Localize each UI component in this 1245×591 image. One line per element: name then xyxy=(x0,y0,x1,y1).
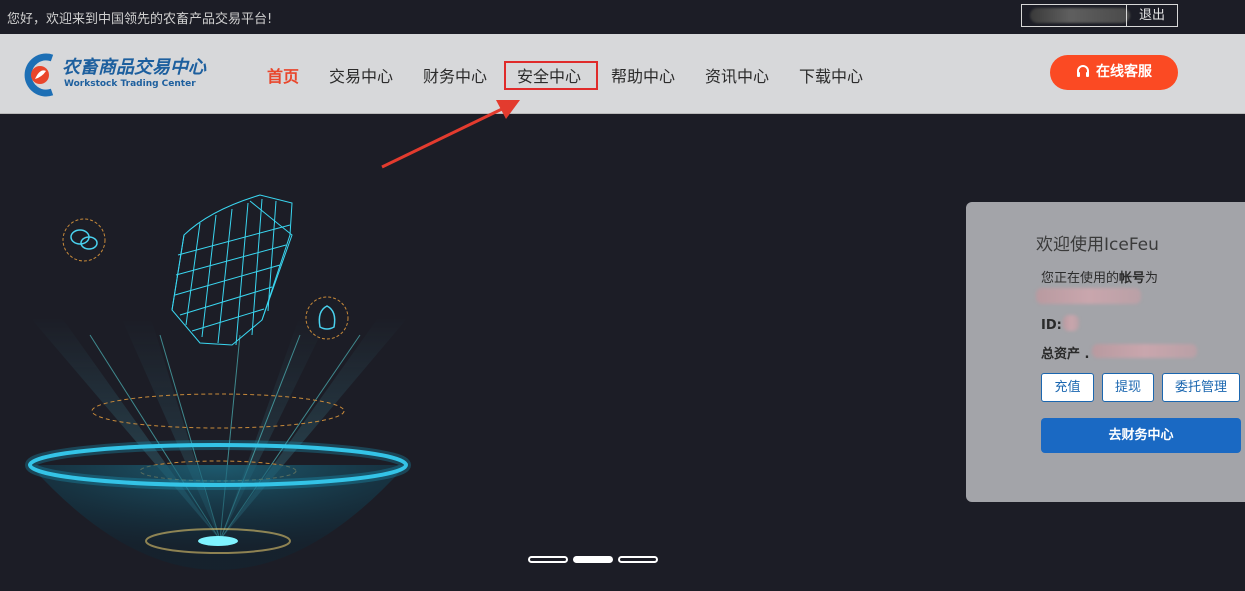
carousel-dot-3[interactable] xyxy=(618,556,658,563)
logo-name-en: Workstock Trading Center xyxy=(64,79,196,89)
username-redacted[interactable] xyxy=(1030,8,1130,23)
headphone-icon xyxy=(1076,55,1090,90)
go-finance-button[interactable]: 去财务中心 xyxy=(1041,418,1241,453)
nav-item-download[interactable]: 下载中心 xyxy=(799,63,863,87)
recharge-button[interactable]: 充值 xyxy=(1041,373,1094,402)
welcome-text: 您好，欢迎来到中国领先的农畜产品交易平台! xyxy=(7,12,273,27)
id-value-redacted xyxy=(1063,315,1079,331)
top-bar: 您好，欢迎来到中国领先的农畜产品交易平台! 退出 xyxy=(0,0,1245,33)
account-value-redacted xyxy=(1036,288,1141,304)
nav-item-finance[interactable]: 财务中心 xyxy=(423,63,487,87)
panel-title: 欢迎使用IceFeu xyxy=(1036,235,1159,255)
logout-button[interactable]: 退出 xyxy=(1127,5,1177,26)
online-service-button[interactable]: 在线客服 xyxy=(1050,55,1178,90)
id-label: ID: xyxy=(1041,318,1062,333)
online-service-label: 在线客服 xyxy=(1096,64,1152,80)
logo-name-cn: 农畜商品交易中心 xyxy=(62,57,206,78)
carousel-dot-1[interactable] xyxy=(528,556,568,563)
account-line: 您正在使用的帐号为 xyxy=(1041,267,1158,286)
assets-value-redacted xyxy=(1092,344,1197,358)
wireframe-figure xyxy=(171,194,293,346)
entrust-button[interactable]: 委托管理 xyxy=(1162,373,1240,402)
hologram-illustration xyxy=(25,194,411,570)
nav-item-home[interactable]: 首页 xyxy=(267,63,299,87)
chat-bubble-icon xyxy=(62,218,106,262)
security-highlight-box xyxy=(504,61,598,90)
nav-item-trading[interactable]: 交易中心 xyxy=(329,63,393,87)
logo[interactable]: 农畜商品交易中心 Workstock Trading Center xyxy=(18,50,208,100)
account-prefix: 您正在使用的 xyxy=(1041,271,1120,286)
user-box: 退出 xyxy=(1021,4,1178,27)
account-suffix: 为 xyxy=(1145,271,1159,286)
logo-icon xyxy=(24,53,54,97)
carousel-dot-2[interactable] xyxy=(573,556,613,563)
nav-item-help[interactable]: 帮助中心 xyxy=(611,63,675,87)
nav-item-news[interactable]: 资讯中心 xyxy=(705,63,769,87)
user-panel: 欢迎使用IceFeu 您正在使用的帐号为 ID: 总资产 . 充值 提现 委托管… xyxy=(966,202,1245,502)
account-bold: 帐号 xyxy=(1119,271,1146,286)
assets-label: 总资产 . xyxy=(1041,347,1090,362)
withdraw-button[interactable]: 提现 xyxy=(1102,373,1154,402)
